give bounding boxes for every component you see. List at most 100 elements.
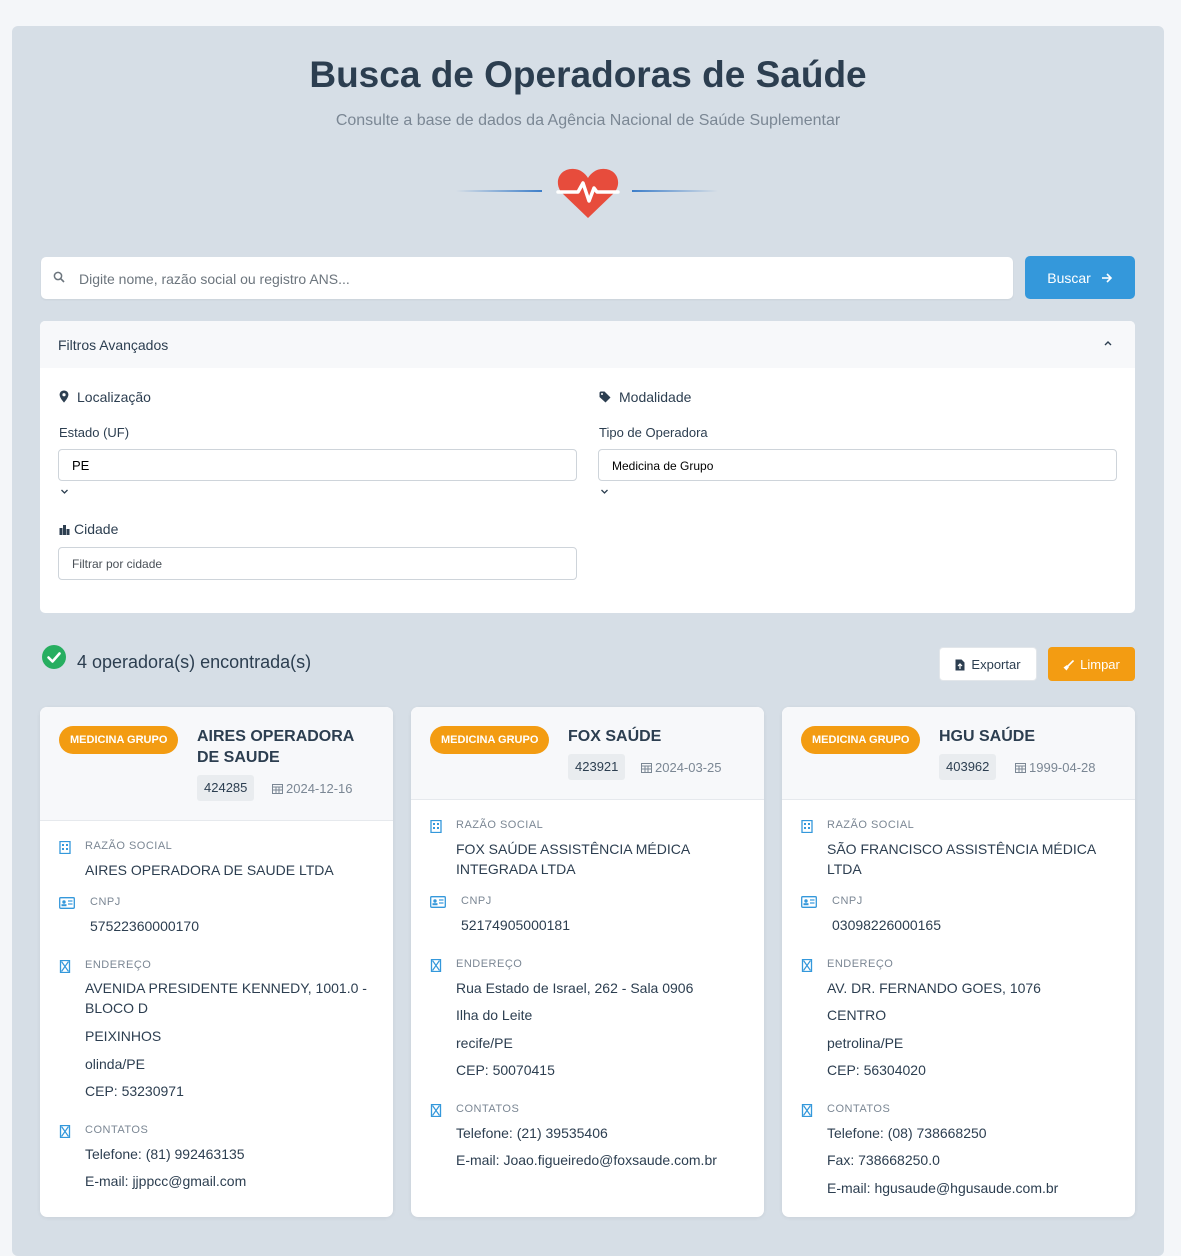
razao-value: SÃO FRANCISCO ASSISTÊNCIA MÉDICA LTDA (827, 841, 1096, 877)
type-select[interactable]: Medicina de Grupo (598, 449, 1117, 481)
address-line-2: Ilha do Leite (456, 1007, 533, 1023)
filters-title: Filtros Avançados (58, 337, 169, 353)
hourglass-icon (801, 1104, 813, 1117)
address-label: ENDEREÇO (456, 958, 523, 970)
address-line-4: CEP: 50070415 (456, 1062, 555, 1078)
contact-line-2: E-mail: Joao.figueiredo@foxsaude.com.br (456, 1152, 717, 1168)
calendar-icon (272, 784, 283, 794)
contact-line-2: E-mail: jjppcc@gmail.com (85, 1173, 247, 1189)
card-header: MEDICINA GRUPO FOX SAÚDE 423921 2024-03-… (411, 707, 764, 800)
contact-line-3: E-mail: hgusaude@hgusaude.com.br (827, 1180, 1059, 1196)
building-icon (59, 841, 71, 854)
cnpj-label: CNPJ (832, 895, 863, 907)
operator-card[interactable]: MEDICINA GRUPO AIRES OPERADORA DE SAUDE … (40, 707, 393, 1217)
city-input[interactable] (58, 547, 577, 580)
cnpj-label: CNPJ (461, 895, 492, 907)
hourglass-icon (59, 1125, 71, 1138)
contacts-label: CONTATOS (85, 1124, 149, 1136)
operator-card[interactable]: MEDICINA GRUPO HGU SAÚDE 403962 1999-04-… (782, 707, 1135, 1217)
address-line-3: recife/PE (456, 1035, 513, 1051)
page-subtitle: Consulte a base de dados da Agência Naci… (335, 112, 841, 129)
address-line-3: petrolina/PE (827, 1035, 904, 1051)
chevron-down-icon (601, 489, 608, 494)
divider-right (632, 190, 718, 192)
cnpj-value: 52174905000181 (461, 917, 571, 933)
ans-registry: 423921 (568, 754, 626, 780)
address-line-4: CEP: 56304020 (827, 1062, 926, 1078)
city-section-label: Cidade (59, 521, 118, 537)
filters-header[interactable]: Filtros Avançados (40, 321, 1135, 368)
building-icon (801, 820, 813, 833)
address-label: ENDEREÇO (827, 958, 894, 970)
results-count: 4 operadora(s) encontrada(s) (77, 652, 312, 672)
location-section-label: Localização (59, 389, 151, 405)
page-title: Busca de Operadoras de Saúde (309, 54, 867, 95)
operator-name: FOX SAÚDE (568, 728, 662, 745)
search-button[interactable]: Buscar (1025, 256, 1135, 299)
hourglass-icon (430, 1104, 442, 1117)
type-label: Tipo de Operadora (599, 425, 708, 440)
search-icon (53, 271, 65, 283)
cnpj-value: 03098226000165 (832, 917, 942, 933)
address-line-1: AV. DR. FERNANDO GOES, 1076 (827, 980, 1041, 996)
hourglass-icon (801, 959, 813, 972)
building-icon (430, 820, 442, 833)
id-card-icon (801, 896, 817, 908)
address-line-3: olinda/PE (85, 1056, 145, 1072)
card-header: MEDICINA GRUPO HGU SAÚDE 403962 1999-04-… (782, 707, 1135, 800)
contact-line-1: Telefone: (08) 738668250 (827, 1125, 987, 1141)
contact-line-1: Telefone: (21) 39535406 (456, 1125, 608, 1141)
state-label: Estado (UF) (59, 425, 130, 440)
address-line-4: CEP: 53230971 (85, 1083, 184, 1099)
chevron-down-icon (61, 489, 68, 494)
cnpj-value: 57522360000170 (90, 918, 200, 934)
operator-card[interactable]: MEDICINA GRUPO FOX SAÚDE 423921 2024-03-… (411, 707, 764, 1217)
address-line-1: AVENIDA PRESIDENTE KENNEDY, 1001.0 - BLO… (85, 980, 367, 1016)
modality-badge: MEDICINA GRUPO (59, 726, 179, 754)
broom-icon (1063, 659, 1075, 670)
ans-registry: 424285 (197, 775, 255, 801)
state-select[interactable]: PE (58, 449, 577, 481)
export-button[interactable]: Exportar (939, 647, 1037, 681)
search-box (41, 257, 1013, 301)
modality-badge: MEDICINA GRUPO (801, 726, 921, 754)
ans-registry: 403962 (939, 754, 997, 780)
id-card-icon (430, 896, 446, 908)
file-export-icon (955, 659, 965, 670)
heartbeat-icon (556, 168, 620, 218)
city-icon (59, 525, 70, 535)
address-label: ENDEREÇO (85, 959, 152, 971)
contact-line-2: Fax: 738668250.0 (827, 1152, 940, 1168)
search-button-label: Buscar (1047, 269, 1091, 286)
contacts-label: CONTATOS (456, 1103, 520, 1115)
hourglass-icon (430, 959, 442, 972)
id-card-icon (59, 897, 75, 909)
divider-left (456, 190, 542, 192)
razao-value: AIRES OPERADORA DE SAUDE LTDA (85, 862, 334, 878)
clear-button[interactable]: Limpar (1048, 647, 1135, 681)
search-input[interactable] (77, 257, 1001, 301)
chevron-up-icon[interactable] (1103, 338, 1113, 348)
arrow-right-icon (1101, 272, 1112, 283)
check-circle-icon (42, 645, 66, 669)
modality-section-label: Modalidade (599, 389, 691, 405)
operator-name: HGU SAÚDE (939, 728, 1036, 745)
contact-line-1: Telefone: (81) 992463135 (85, 1146, 245, 1162)
hourglass-icon (59, 960, 71, 973)
razao-label: RAZÃO SOCIAL (85, 840, 173, 852)
address-line-1: Rua Estado de Israel, 262 - Sala 0906 (456, 980, 694, 996)
address-line-2: CENTRO (827, 1007, 887, 1023)
cnpj-label: CNPJ (90, 896, 121, 908)
registration-date: 2024-12-16 (272, 781, 353, 796)
contacts-label: CONTATOS (827, 1103, 891, 1115)
address-line-2: PEIXINHOS (85, 1028, 162, 1044)
registration-date: 1999-04-28 (1015, 760, 1096, 775)
calendar-icon (641, 763, 652, 773)
operator-name: AIRES OPERADORA DE SAUDE (197, 728, 354, 766)
advanced-filters-panel: Filtros Avançados Localização Estado (UF… (40, 321, 1135, 613)
tag-icon (599, 391, 611, 403)
calendar-icon (1015, 763, 1026, 773)
registration-date: 2024-03-25 (641, 760, 722, 775)
razao-label: RAZÃO SOCIAL (456, 819, 544, 831)
map-pin-icon (59, 390, 69, 403)
